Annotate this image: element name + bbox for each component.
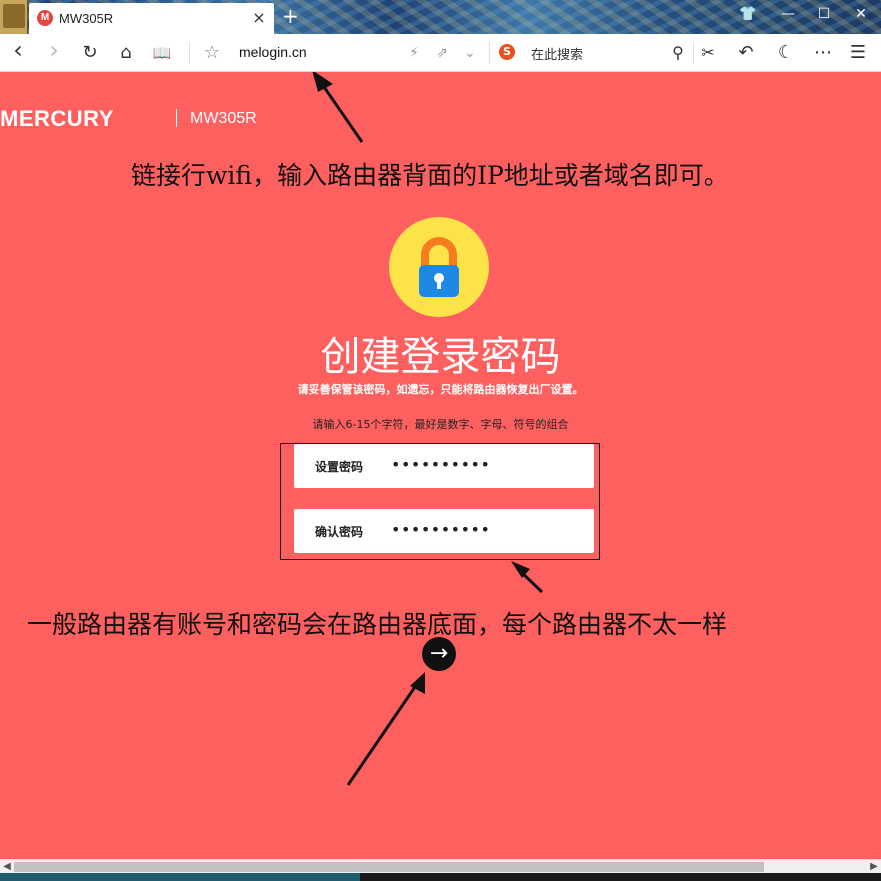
night-mode-icon[interactable]: ☾ bbox=[776, 43, 796, 63]
chevron-down-icon[interactable]: ⌄ bbox=[460, 43, 480, 63]
address-bar-url[interactable]: melogin.cn bbox=[239, 44, 307, 60]
forward-icon[interactable]: › bbox=[44, 38, 64, 62]
arrow-head-icon bbox=[312, 72, 333, 92]
share-icon[interactable]: ⇗ bbox=[432, 43, 452, 63]
search-icon[interactable]: ⚲ bbox=[668, 43, 688, 63]
skin-icon[interactable]: 👕 bbox=[738, 6, 758, 22]
router-login-page: MERCURY MW305R 链接行wifi，输入路由器背面的IP地址或者域名即… bbox=[0, 72, 881, 859]
tab-close-icon[interactable]: × bbox=[250, 8, 268, 27]
new-tab-button[interactable]: + bbox=[282, 4, 299, 28]
arrow-head-icon bbox=[511, 561, 530, 578]
browser-tab[interactable]: M MW305R × bbox=[29, 3, 274, 34]
scrollbar-thumb[interactable] bbox=[14, 862, 764, 872]
bookmark-star-icon[interactable]: ☆ bbox=[202, 43, 222, 63]
minimize-button[interactable]: — bbox=[778, 6, 798, 22]
pinned-app-icon[interactable] bbox=[0, 0, 28, 34]
horizontal-scrollbar[interactable]: ◀ ▶ bbox=[0, 859, 881, 873]
maximize-button[interactable]: ☐ bbox=[814, 6, 834, 22]
screenshot-cut-icon[interactable]: ✂ bbox=[698, 43, 718, 63]
more-icon[interactable]: ⋯ bbox=[813, 43, 833, 63]
home-icon[interactable]: ⌂ bbox=[116, 43, 136, 63]
annotation-arrows bbox=[312, 72, 544, 786]
toolbar-divider bbox=[189, 42, 190, 64]
search-input[interactable]: 在此搜索 bbox=[531, 44, 583, 63]
browser-toolbar: ‹ › ↻ ⌂ 📖 ☆ melogin.cn ⚡ ⇗ ⌄ S 在此搜索 ⚲ ✂ … bbox=[0, 34, 881, 72]
scroll-right-icon[interactable]: ▶ bbox=[868, 861, 880, 872]
toolbar-divider bbox=[693, 42, 694, 64]
scroll-left-icon[interactable]: ◀ bbox=[1, 861, 13, 872]
taskbar-strip bbox=[0, 873, 881, 881]
reload-icon[interactable]: ↻ bbox=[80, 43, 100, 63]
undo-icon[interactable]: ↶ bbox=[736, 43, 756, 63]
reader-icon[interactable]: 📖 bbox=[152, 43, 172, 63]
toolbar-divider bbox=[489, 42, 490, 64]
back-icon[interactable]: ‹ bbox=[8, 38, 28, 62]
flash-icon[interactable]: ⚡ bbox=[404, 43, 424, 63]
close-window-button[interactable]: ✕ bbox=[851, 6, 871, 22]
tab-title: MW305R bbox=[59, 11, 114, 26]
tab-strip: M MW305R × + 👕 — ☐ ✕ bbox=[0, 0, 881, 34]
menu-icon[interactable]: ☰ bbox=[848, 43, 868, 63]
sogou-search-engine-icon[interactable]: S bbox=[499, 44, 515, 60]
mercury-favicon-icon: M bbox=[37, 10, 53, 26]
